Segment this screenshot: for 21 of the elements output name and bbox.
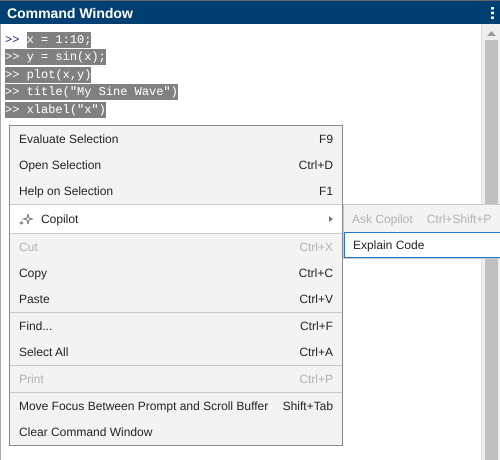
prompt: >>: [5, 84, 27, 100]
menu-item[interactable]: Evaluate Selection F9: [10, 126, 342, 152]
scroll-up-icon[interactable]: [486, 31, 496, 36]
submenu-arrow-icon: [329, 216, 333, 222]
menu-item[interactable]: Find... Ctrl+F: [10, 313, 342, 339]
prompt: >>: [5, 66, 27, 83]
more-options-icon[interactable]: [491, 6, 494, 18]
menu-item[interactable]: Open Selection Ctrl+D: [10, 152, 342, 178]
prompt: >>: [5, 102, 27, 118]
sparkle-icon: [19, 213, 33, 225]
prompt: >>: [5, 49, 27, 66]
menu-item[interactable]: Explain Code: [344, 232, 500, 258]
menu-item[interactable]: Paste Ctrl+V: [10, 286, 342, 312]
menu-item[interactable]: Copy Ctrl+C: [10, 260, 342, 286]
prompt: >>: [5, 32, 20, 48]
menu-item[interactable]: Help on Selection F1: [10, 178, 342, 204]
menu-item[interactable]: Clear Command Window: [10, 419, 342, 445]
menu-item[interactable]: Copilot: [10, 205, 342, 233]
window-title: Command Window: [7, 4, 133, 20]
menu-item[interactable]: Move Focus Between Prompt and Scroll Buffer Shift+Tab: [10, 393, 342, 419]
menu-item[interactable]: Select All Ctrl+A: [10, 339, 342, 365]
